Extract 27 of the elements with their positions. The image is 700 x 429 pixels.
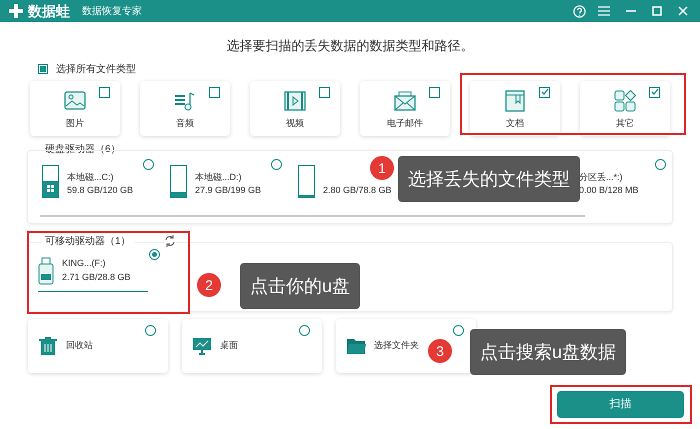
file-type-label: 文档 [506, 116, 524, 130]
location-label: 桌面 [220, 338, 238, 352]
step-number-badge: 2 [197, 273, 221, 297]
file-type-label: 音频 [176, 116, 194, 130]
page-heading: 选择要扫描的丢失数据的数据类型和路径。 [226, 37, 474, 55]
file-type-label: 图片 [66, 116, 84, 130]
callout-tooltip: 点击搜索u盘数据 [470, 329, 626, 375]
location-label: 回收站 [66, 338, 93, 352]
app-subtitle: 数据恢复专家 [82, 4, 142, 18]
select-all-label: 选择所有文件类型 [56, 62, 136, 76]
drive-usage: 59.8 GB/120 GB [67, 184, 134, 197]
callout-tooltip: 点击你的u盘 [240, 263, 360, 309]
file-type-label: 电子邮件 [387, 116, 423, 130]
location-label: 选择文件夹 [374, 338, 419, 352]
drive-name: 本地磁...D:) [195, 170, 242, 184]
step-number-badge: 1 [370, 156, 394, 180]
file-type-label: 视频 [286, 116, 304, 130]
drive-name: KING...(F:) [62, 257, 106, 270]
section-title: 可移动驱动器（1） [41, 234, 135, 248]
drive-name: 分区丢...*:) [579, 170, 624, 184]
app-name: 数据蛙 [28, 2, 70, 20]
drive-usage: 2.80 GB/78.8 GB [323, 184, 392, 196]
callout-tooltip: 选择丢失的文件类型 [398, 156, 580, 202]
drive-name: 本地磁...C:) [67, 170, 114, 184]
file-type-label: 其它 [616, 116, 634, 130]
drive-usage: 2.71 GB/28.8 GB [62, 270, 131, 284]
drive-usage: 27.9 GB/199 GB [195, 184, 262, 197]
